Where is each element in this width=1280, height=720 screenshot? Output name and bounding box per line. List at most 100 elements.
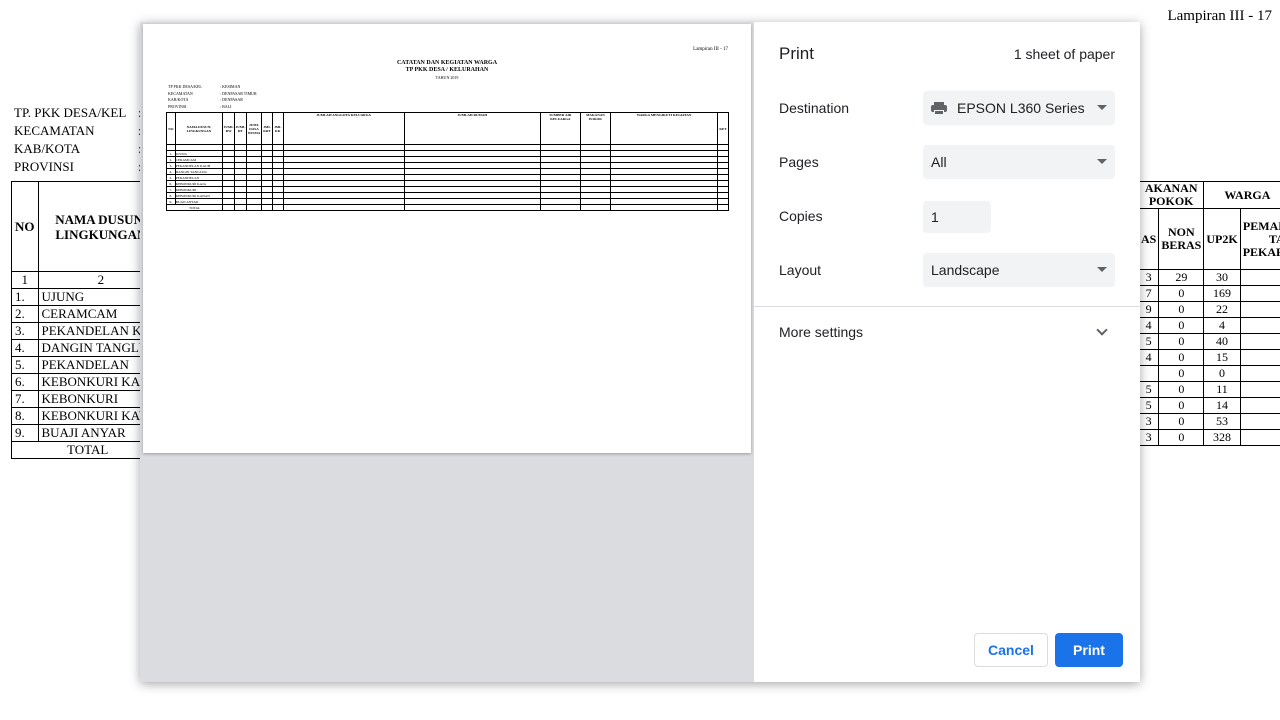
index-cell: 31 — [1239, 269, 1280, 286]
document-table-right: AKANAN POKOK WARGA AS NON BERAS UP2K PEM… — [1137, 181, 1280, 446]
cell: 4 — [1137, 317, 1160, 334]
row-no: 8. — [11, 407, 39, 425]
table-row: 40150 — [1137, 349, 1280, 366]
cell: 5 — [1137, 381, 1160, 398]
index-cell: 3 — [1137, 269, 1160, 286]
cell: 0 — [1158, 397, 1205, 414]
preview-info-label: PROVINSI — [168, 103, 187, 109]
preview-sheet: Lampiran III - 17 CATATAN DAN KEGIATAN W… — [143, 24, 751, 453]
chevron-down-icon — [1097, 159, 1107, 164]
copies-input[interactable] — [923, 201, 991, 233]
row-no: 7. — [11, 390, 39, 408]
preview-header-ket: KET — [717, 112, 729, 145]
cell: 40 — [1203, 333, 1241, 350]
layout-select[interactable]: Landscape — [923, 253, 1115, 287]
cell: 0 — [1158, 429, 1205, 446]
pages-select[interactable]: All — [923, 145, 1115, 179]
layout-value: Landscape — [931, 262, 1000, 278]
table-row: 50400 — [1137, 333, 1280, 350]
cell: 0 — [1239, 301, 1280, 318]
copies-label: Copies — [779, 208, 823, 224]
info-row: KECAMATAN: — [14, 122, 154, 140]
index-cell: 29 — [1158, 269, 1205, 286]
preview-header-rt: JUML RT — [234, 112, 247, 145]
info-label: KECAMATAN — [14, 123, 95, 138]
chevron-down-icon — [1097, 105, 1107, 110]
cancel-button[interactable]: Cancel — [974, 633, 1048, 667]
cell: 0 — [1239, 413, 1280, 430]
row-no: 5. — [11, 356, 39, 374]
preview-info-value-text: KESIMAN — [222, 84, 241, 89]
cell: 0 — [1158, 317, 1205, 334]
cell — [1137, 365, 1160, 382]
preview-header-dasa-wisma: JUML DASA WISMA — [245, 112, 263, 145]
cell: 0 — [1158, 333, 1205, 350]
info-row: KAB/KOTA: — [14, 140, 154, 158]
more-settings-toggle[interactable]: More settings — [754, 308, 1140, 354]
cell: 0 — [1158, 285, 1205, 302]
document-info-block: TP. PKK DESA/KEL: KECAMATAN: KAB/KOTA: P… — [14, 104, 154, 176]
preview-info-value: : BALI — [220, 103, 232, 109]
cell: 0 — [1203, 365, 1241, 382]
destination-value: EPSON L360 Series — [957, 100, 1085, 116]
preview-info-label: KECAMATAN — [168, 90, 193, 96]
preview-subtitle: TP PKK DESA / KELURAHAN — [405, 67, 489, 73]
preview-year: TAHUN 2019 — [435, 75, 459, 80]
table-row: 90220 — [1137, 301, 1280, 318]
info-label: KAB/KOTA — [14, 141, 81, 156]
header-warga: WARGA — [1203, 181, 1280, 209]
cell: 5 — [1137, 333, 1160, 350]
print-button[interactable]: Print — [1055, 633, 1123, 667]
layout-label: Layout — [779, 262, 822, 278]
header-beras: AS — [1137, 208, 1160, 270]
row-no: 3. — [11, 322, 39, 340]
sheet-count: 1 sheet of paper — [1013, 46, 1115, 62]
preview-header-rumah: JUMLAH RUMAH — [403, 112, 541, 145]
table-row: 701690 — [1137, 285, 1280, 302]
printer-icon — [931, 101, 947, 115]
cell: 4 — [1137, 349, 1160, 366]
preview-total-label: TOTAL — [165, 204, 224, 211]
print-settings-pane: Print 1 sheet of paper Destination EPSON… — [754, 22, 1140, 682]
preview-info-value-text: BALI — [222, 103, 232, 109]
cell: 0 — [1239, 333, 1280, 350]
cell: 3 — [1137, 413, 1160, 430]
cell: 14 — [1203, 397, 1241, 414]
preview-info-value-text: DENPASAR — [222, 97, 243, 102]
preview-header-kegiatan: WARGA MENGIKUTI KEGIATAN — [610, 112, 719, 145]
info-label: PROVINSI — [14, 159, 74, 174]
document-lampiran-label: Lampiran III - 17 — [1167, 8, 1272, 24]
print-preview-pane[interactable]: Lampiran III - 17 CATATAN DAN KEGIATAN W… — [140, 22, 754, 682]
preview-title: CATATAN DAN KEGIATAN WARGA — [396, 60, 498, 66]
cell: 0 — [1239, 381, 1280, 398]
preview-info-block: TP PKK DESA/KEL: KESIMAN KECAMATAN: DENP… — [168, 84, 288, 110]
preview-header-no: NO — [166, 112, 176, 145]
cell: 11 — [1203, 381, 1241, 398]
header-makanan-pokok: AKANAN POKOK — [1137, 181, 1205, 209]
preview-lampiran: Lampiran III - 17 — [693, 47, 728, 52]
preview-header-rw: JUML RW — [222, 112, 236, 145]
info-label: TP. PKK DESA/KEL — [14, 105, 127, 120]
preview-header-anggota: JUMLAH ANGGOTA KELUARGA — [282, 112, 405, 145]
cell: 0 — [1239, 429, 1280, 446]
table-row: 50140 — [1137, 397, 1280, 414]
cell: 7 — [1137, 285, 1160, 302]
cell: 0 — [1158, 365, 1205, 382]
preview-total-row: TOTAL — [165, 204, 729, 211]
cell: 0 — [1158, 381, 1205, 398]
header-up2k: UP2K — [1203, 208, 1241, 270]
row-no: 1. — [11, 288, 39, 306]
cell: 22 — [1203, 301, 1241, 318]
info-row: PROVINSI: — [14, 158, 154, 176]
settings-divider — [754, 306, 1140, 307]
header-non-beras: NON BERAS — [1158, 208, 1205, 270]
cell: 169 — [1203, 285, 1241, 302]
destination-select[interactable]: EPSON L360 Series — [923, 91, 1115, 125]
row-no: 6. — [11, 373, 39, 391]
preview-info-label: TP PKK DESA/KEL — [168, 84, 202, 89]
cell: 4 — [1203, 317, 1241, 334]
preview-header-kk: JML KK — [271, 112, 284, 145]
preview-header-krt: JML KRT — [261, 112, 273, 145]
cell: 0 — [1239, 365, 1280, 382]
row-no: 9. — [11, 424, 39, 442]
